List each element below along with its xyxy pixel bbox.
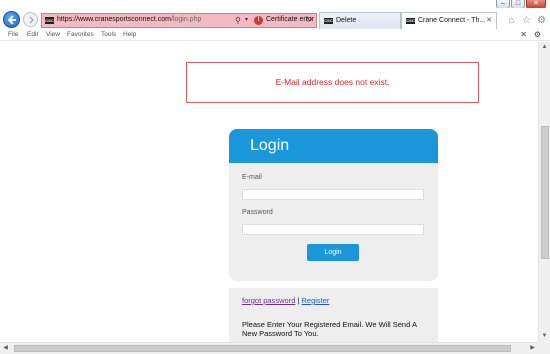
account-links: forgot password | Register xyxy=(242,296,329,305)
chevron-down-icon[interactable]: ▾ xyxy=(245,16,248,23)
back-arrow-icon xyxy=(7,15,16,25)
menu-edit[interactable]: Edit xyxy=(27,31,38,38)
scroll-right-icon[interactable]: ▶ xyxy=(527,343,538,354)
menu-help[interactable]: Help xyxy=(123,31,136,38)
search-icon[interactable]: ⚲ xyxy=(235,16,241,25)
menu-view[interactable]: View xyxy=(46,31,60,38)
back-button[interactable] xyxy=(3,11,20,28)
home-icon[interactable]: ⌂ xyxy=(506,15,517,26)
forward-arrow-icon xyxy=(29,16,34,24)
tab-favicon-icon: CSC xyxy=(406,18,415,24)
url-text[interactable]: https://www.cranesportsconnect.com/login… xyxy=(57,16,201,23)
login-button[interactable]: Login xyxy=(307,244,359,261)
password-field[interactable] xyxy=(242,224,424,235)
page-viewport: E-Mail address does not exist. Login E-m… xyxy=(0,42,538,342)
menu-favorites[interactable]: Favorites xyxy=(67,31,94,38)
gear-icon[interactable]: ⚙ xyxy=(536,15,547,26)
email-field[interactable] xyxy=(242,189,424,200)
login-title: Login xyxy=(229,129,438,163)
tab-crane-connect[interactable]: CSC Crane Connect - Th... ✕ xyxy=(401,12,497,29)
site-favicon-icon: CSC xyxy=(45,17,54,24)
menu-bar: File Edit View Favorites Tools Help ✕ ⚙ xyxy=(0,30,550,41)
error-alert: E-Mail address does not exist. xyxy=(186,62,479,103)
vertical-scrollbar[interactable]: ▲ ▼ xyxy=(538,42,550,342)
scroll-left-icon[interactable]: ◀ xyxy=(0,343,11,354)
register-link[interactable]: Register xyxy=(302,296,330,305)
close-icon[interactable]: ✕ xyxy=(486,16,492,24)
menu-tools[interactable]: Tools xyxy=(101,31,116,38)
scroll-down-icon[interactable]: ▼ xyxy=(539,331,550,342)
scroll-up-icon[interactable]: ▲ xyxy=(539,42,550,53)
forgot-password-link[interactable]: forgot password xyxy=(242,296,295,305)
settings-icon[interactable]: ⚙ xyxy=(534,30,541,39)
menu-file[interactable]: File xyxy=(8,31,18,38)
password-label: Password xyxy=(242,209,273,216)
forgot-password-panel: forgot password | Register Please Enter … xyxy=(229,288,438,342)
horizontal-scrollbar[interactable]: ◀ ▶ xyxy=(0,342,538,354)
browser-toolbar: CSC https://www.cranesportsconnect.com/l… xyxy=(0,8,550,32)
vertical-scroll-thumb[interactable] xyxy=(541,126,549,259)
refresh-icon[interactable]: ↻ xyxy=(305,15,312,24)
email-label: E-mail xyxy=(242,174,262,181)
tab-label: Crane Connect - Th... xyxy=(418,17,486,24)
tab-favicon-icon: CSC xyxy=(324,18,333,24)
url-path: /login.php xyxy=(171,16,202,23)
address-bar[interactable]: CSC https://www.cranesportsconnect.com/l… xyxy=(41,13,317,28)
horizontal-scroll-thumb[interactable] xyxy=(14,345,511,352)
close-icon[interactable]: ✕ xyxy=(520,30,527,39)
star-icon[interactable]: ☆ xyxy=(521,15,532,26)
tab-label: Delete xyxy=(336,17,357,24)
certificate-error-icon[interactable]: ! xyxy=(254,16,263,25)
forgot-instructions: Please Enter Your Registered Email. We W… xyxy=(242,320,417,338)
error-message: E-Mail address does not exist. xyxy=(275,77,390,87)
forward-button[interactable] xyxy=(23,12,38,27)
login-card: Login E-mail Password Login xyxy=(229,129,438,281)
url-host: https://www.cranesportsconnect.com xyxy=(57,16,171,23)
tab-delete[interactable]: CSC Delete xyxy=(319,12,401,29)
scrollbar-corner xyxy=(538,342,550,354)
browser-tools: ⌂ ☆ ⚙ xyxy=(506,15,547,26)
